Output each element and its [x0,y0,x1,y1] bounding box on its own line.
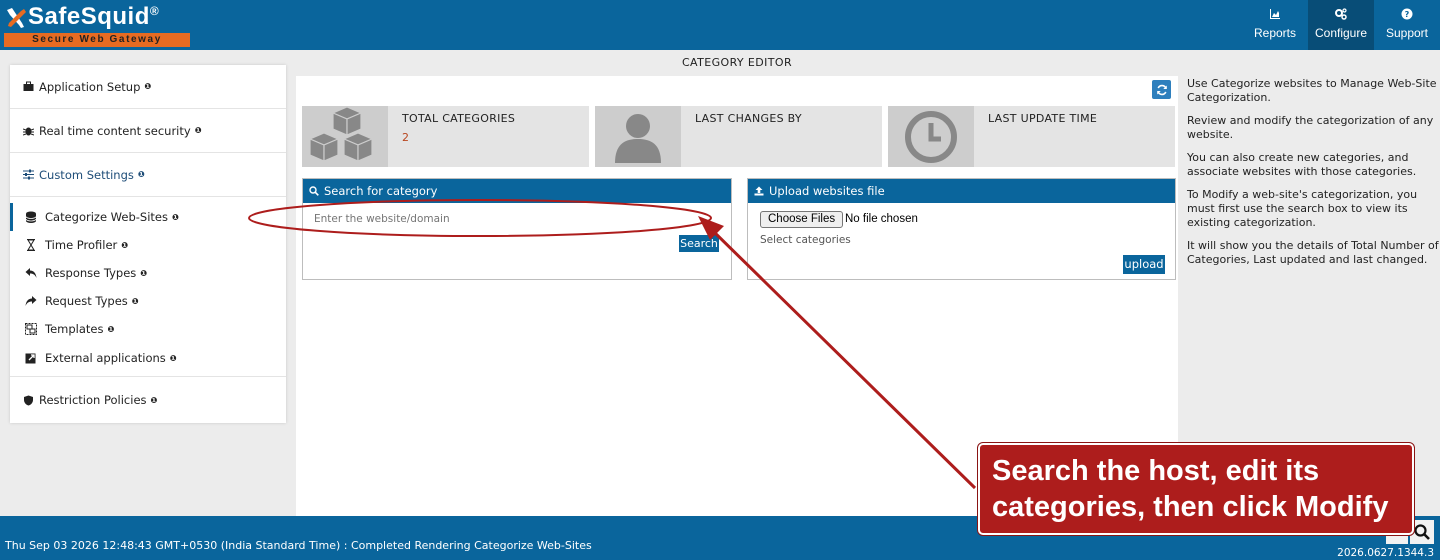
sidebar-item-restriction-policies[interactable]: Restriction Policies ❶ [10,378,286,422]
stat-card-last-update-time: LAST UPDATE TIME [888,106,1175,167]
top-nav: Reports Configure ? Support [1242,0,1440,50]
sidebar-item-request-types[interactable]: Request Types ❶ [10,287,286,315]
help-paragraph: Use Categorize websites to Manage Web-Si… [1187,77,1437,104]
card-title: TOTAL CATEGORIES [402,112,516,125]
refresh-button[interactable] [1152,80,1171,99]
search-button[interactable]: Search [679,235,719,252]
nav-support[interactable]: ? Support [1374,0,1440,50]
logo-reg: ® [149,4,160,18]
annotation-callout: Search the host, edit its categories, th… [978,443,1414,535]
user-icon [595,106,681,167]
cubes-icon [302,106,388,167]
status-message: Thu Sep 03 2026 12:48:43 GMT+0530 (India… [5,539,592,552]
sidebar-item-application-setup[interactable]: Application Setup ❶ [10,65,286,109]
upload-icon [754,186,764,196]
search-icon [1414,524,1430,540]
info-icon[interactable]: ❶ [138,170,145,179]
nav-reports-label: Reports [1253,26,1297,40]
help-paragraph: To Modify a web-site's categorization, y… [1187,188,1418,229]
upload-websites-panel: Upload websites file Choose Files No fil… [747,178,1176,280]
sidebar-item-label: Restriction Policies [39,393,147,407]
sidebar-item-label: Real time content security [39,123,191,138]
logo-tagline: Secure Web Gateway [4,33,190,47]
stat-card-total-categories: TOTAL CATEGORIES 2 [302,106,589,167]
info-icon[interactable]: ❶ [172,213,179,222]
tools-icon [7,8,26,28]
page-title: CATEGORY EDITOR [296,52,1178,76]
object-group-icon [25,323,37,335]
briefcase-icon [23,81,34,91]
logo-text: SafeSquid [28,3,150,30]
external-link-icon [25,353,36,364]
nav-configure[interactable]: Configure [1308,0,1374,50]
sidebar-item-label: Time Profiler [45,238,118,252]
search-icon [309,186,319,196]
info-icon[interactable]: ❶ [170,354,177,363]
info-icon[interactable]: ❶ [132,297,139,306]
question-circle-icon: ? [1374,8,1440,22]
sidebar-item-label: Categorize Web-Sites [45,210,168,224]
callout-line-2: categories, then click Modify [992,491,1389,523]
sidebar-item-real-time-content-security[interactable]: Real time content security ❶ [10,109,286,153]
sidebar-item-label: Custom Settings [39,167,134,182]
sidebar-item-custom-settings[interactable]: Custom Settings ❶ [10,153,286,197]
panel-title: Upload websites file [769,184,885,198]
sidebar-item-categorize-web-sites[interactable]: Categorize Web-Sites ❶ [10,203,286,231]
select-categories-field[interactable]: Select categories [760,234,851,246]
upload-button[interactable]: upload [1123,255,1165,274]
sidebar-item-label: Request Types [45,294,128,308]
info-icon[interactable]: ❶ [107,325,114,334]
help-paragraph: It will show you the details of Total Nu… [1187,239,1439,266]
sidebar-item-label: Response Types [45,266,137,280]
nav-reports[interactable]: Reports [1242,0,1308,50]
sliders-icon [23,169,34,180]
sidebar-item-time-profiler[interactable]: Time Profiler ❶ [10,231,286,259]
card-title: LAST CHANGES BY [695,112,802,125]
website-domain-search-input[interactable] [309,209,719,229]
database-icon [25,211,37,223]
sidebar-item-label: External applications [45,351,166,365]
help-paragraph: You can also create new categories, and … [1187,151,1417,178]
sidebar-item-external-applications[interactable]: External applications ❶ [10,344,286,372]
callout-line-1: Search the host, edit its [992,455,1320,487]
help-text: Use Categorize websites to Manage Web-Si… [1187,77,1440,276]
top-bar: SafeSquid® Secure Web Gateway Reports Co… [0,0,1440,50]
sidebar-item-label: Application Setup [39,79,141,94]
svg-text:?: ? [1405,10,1410,19]
choose-files-button[interactable]: Choose Files [760,211,844,228]
info-icon[interactable]: ❶ [144,82,151,91]
sidebar-item-templates[interactable]: Templates ❶ [10,315,286,343]
search-category-panel: Search for category Search [302,178,732,280]
shield-icon [24,395,33,405]
safesquid-logo[interactable]: SafeSquid® Secure Web Gateway [4,3,190,47]
version-label: 2026.0627.1344.3 [1337,547,1434,559]
clock-icon [888,106,974,167]
stat-card-last-changes-by: LAST CHANGES BY [595,106,882,167]
sidebar-item-response-types[interactable]: Response Types ❶ [10,259,286,287]
custom-settings-submenu: Categorize Web-Sites ❶ Time Profiler ❶ Res… [10,197,286,377]
area-chart-icon [1242,8,1308,22]
nav-support-label: Support [1385,26,1429,40]
share-icon [25,296,37,306]
info-icon[interactable]: ❶ [121,241,128,250]
bug-icon [23,127,34,136]
nav-configure-label: Configure [1314,26,1368,40]
sidebar-item-label: Templates [45,322,104,336]
no-file-chosen-text: No file chosen [845,213,918,225]
card-value: 2 [402,131,409,144]
help-paragraph: Review and modify the categorization of … [1187,114,1434,141]
info-icon[interactable]: ❶ [140,269,147,278]
info-icon[interactable]: ❶ [151,396,158,405]
hourglass-icon [27,239,35,251]
gears-icon [1308,8,1374,22]
refresh-icon [1156,84,1167,95]
card-title: LAST UPDATE TIME [988,112,1098,125]
sidebar: Application Setup ❶ Real time content sec… [10,65,286,423]
panel-title: Search for category [324,184,438,198]
reply-icon [25,268,37,278]
info-icon[interactable]: ❶ [195,126,202,135]
